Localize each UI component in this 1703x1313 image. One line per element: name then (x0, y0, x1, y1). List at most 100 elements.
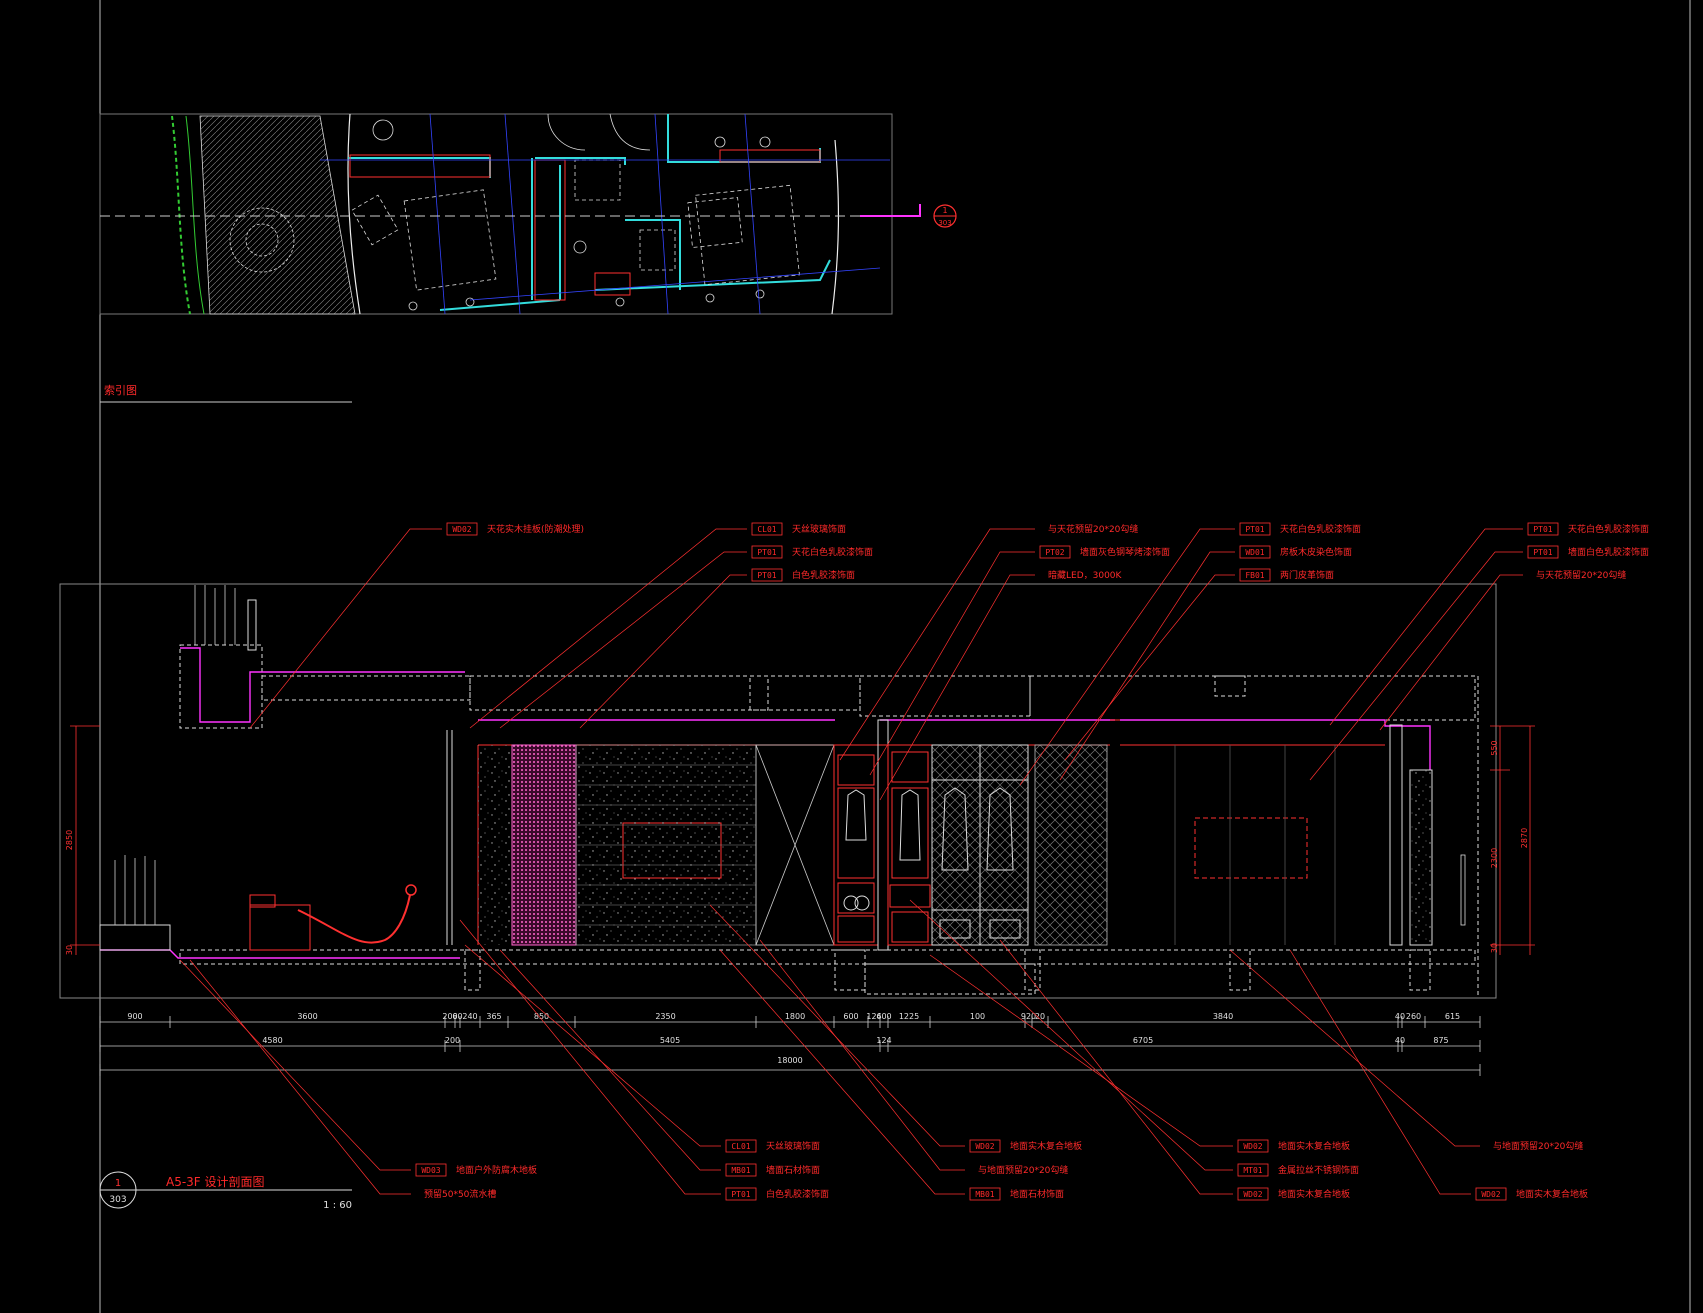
horizontal-dimensions: 900 3600 20060 240 365 850 2350 1800 600 124600 12… (99, 1012, 1481, 1076)
dim-r1-5: 365 (486, 1012, 501, 1021)
bottom-callout-code-7: MB01 (975, 1190, 994, 1199)
dim-r2-3: 124 (876, 1036, 891, 1045)
dim-r1-0: 900 (127, 1012, 142, 1021)
door-opening (755, 744, 835, 946)
title-block: 1 303 A5-3F 设计剖面图 1 : 60 (99, 1171, 352, 1211)
dim-r1-19: 615 (1445, 1012, 1460, 1021)
drawing-frame (99, 0, 1691, 1313)
top-callout-code-0: WD02 (452, 525, 471, 534)
dim-r1-8: 1800 (785, 1012, 805, 1021)
top-callout-text-6: 暗藏LED，3000K (1048, 569, 1123, 581)
bottom-callout-text-3: 墙面石材饰面 (766, 1164, 820, 1176)
top-callout-code-3: PT01 (757, 571, 776, 580)
bottom-callout-code-3: MB01 (731, 1166, 750, 1175)
bottom-callout-code-2: CL01 (731, 1142, 750, 1151)
bottom-callout-code-9: MT01 (1243, 1166, 1262, 1175)
title-bubble-sheet: 303 (109, 1195, 126, 1205)
wardrobe-right (887, 744, 1029, 946)
right-wall-panels (1174, 745, 1336, 945)
bottom-callout-code-5: WD02 (975, 1142, 994, 1151)
bottom-callout-text-7: 地面石材饰面 (1010, 1188, 1064, 1200)
bottom-callout-12: WD02 地面实木复合地板 (1289, 949, 1588, 1201)
top-callout-text-11: 墙面白色乳胶漆饰面 (1568, 546, 1649, 558)
wardrobe-left (833, 744, 879, 946)
bottom-callout-text-1: 预留50*50流水槽 (424, 1188, 496, 1200)
bottom-callout-1: 预留50*50流水槽 (189, 959, 496, 1200)
bottom-callout-text-10: 地面实木复合地板 (1278, 1188, 1350, 1200)
bottom-callout-code-12: WD02 (1481, 1190, 1500, 1199)
section-title: A5-3F 设计剖面图 (166, 1175, 265, 1189)
dim-r1-16: 3840 (1213, 1012, 1233, 1021)
section-marker-sheet: 303 (938, 219, 951, 227)
dim-r1-17: 40 (1395, 1012, 1405, 1021)
top-callout-text-2: 天花白色乳胶漆饰面 (792, 546, 873, 558)
bottom-callouts: WD03 地面户外防腐木地板预留50*50流水槽 CL01 天丝玻璃饰面 MB01 墙面石… (179, 899, 1588, 1201)
bottom-callout-text-9: 金属拉丝不锈钢饰面 (1278, 1164, 1359, 1176)
bottom-callout-7: MB01 地面石材饰面 (719, 949, 1064, 1201)
bottom-callout-text-11: 与地面预留20*20勾缝 (1493, 1140, 1583, 1152)
dim-row-1: 900 3600 20060 240 365 850 2350 1800 600 124600 12… (99, 1012, 1481, 1028)
dim-r1-13: 100 (970, 1012, 985, 1021)
top-callout-text-4: 与天花预留20*20勾缝 (1048, 523, 1138, 535)
top-callout-12: 与天花预留20*20勾缝 (1379, 569, 1626, 731)
left-vertical-dimension: 2850 30 (65, 725, 100, 955)
bottom-callout-text-4: 白色乳胶漆饰面 (766, 1188, 829, 1200)
section-marker-number: 1 (942, 206, 947, 215)
top-callout-1: CL01 天丝玻璃饰面 (469, 522, 846, 729)
bottom-callout-text-8: 地面实木复合地板 (1278, 1140, 1350, 1152)
top-callout-text-5: 墙面灰色钢琴烤漆饰面 (1080, 546, 1170, 558)
bottom-callout-code-4: PT01 (731, 1190, 750, 1199)
bottom-callout-code-8: WD02 (1243, 1142, 1262, 1151)
bottom-callout-4: PT01 白色乳胶漆饰面 (459, 919, 829, 1201)
dim-total: 18000 (777, 1056, 802, 1065)
top-callout-code-10: PT01 (1533, 525, 1552, 534)
top-callout-0: WD02 天花实木挂板(防潮处理) (249, 522, 584, 729)
top-callout-text-9: 两门皮革饰面 (1280, 569, 1334, 581)
dim-r2-4: 6705 (1133, 1036, 1153, 1045)
dim-r2-2: 5405 (660, 1036, 680, 1045)
dim-r2-6: 875 (1433, 1036, 1448, 1045)
bottom-callout-text-12: 地面实木复合地板 (1516, 1188, 1588, 1200)
dim-r2-0: 4580 (262, 1036, 282, 1045)
dim-r1-3: 60 (452, 1012, 462, 1021)
index-plan: 1 303 (99, 113, 957, 315)
top-callout-code-7: PT01 (1245, 525, 1264, 534)
dim-r2-5: 40 (1395, 1036, 1405, 1045)
top-callout-text-10: 天花白色乳胶漆饰面 (1568, 523, 1649, 535)
cad-drawing-canvas: 1 303 索引图 2850 30 550 2300 2870 30 900 3… (59, 0, 1691, 1313)
top-callout-text-7: 天花白色乳胶漆饰面 (1280, 523, 1361, 535)
dim-r1-12: 1225 (899, 1012, 919, 1021)
terrace-area (99, 585, 453, 951)
pink-hatched-panel (511, 744, 577, 946)
title-bubble-number: 1 (115, 1178, 121, 1189)
bottom-callout-11: 与地面预留20*20勾缝 (1229, 949, 1583, 1152)
top-callout-5: PT02 墙面灰色钢琴烤漆饰面 (869, 545, 1170, 776)
dim-right-total: 2870 (1520, 828, 1529, 848)
bottom-callout-6: 与地面预留20*20勾缝 (759, 939, 1068, 1176)
bottom-callout-text-5: 地面实木复合地板 (1010, 1140, 1082, 1152)
top-callout-code-5: PT02 (1045, 548, 1064, 557)
dim-r1-4: 240 (462, 1012, 477, 1021)
dim-r2-1: 200 (445, 1036, 460, 1045)
top-callout-text-12: 与天花预留20*20勾缝 (1536, 569, 1626, 581)
dim-r1-15: 20 (1035, 1012, 1045, 1021)
top-callout-code-8: WD01 (1245, 548, 1264, 557)
dim-left-floor: 30 (65, 945, 74, 955)
top-callout-text-8: 房板木皮染色饰面 (1280, 546, 1352, 558)
top-callout-text-1: 天丝玻璃饰面 (792, 523, 846, 535)
top-callout-text-3: 白色乳胶漆饰面 (792, 569, 855, 581)
top-callout-code-11: PT01 (1533, 548, 1552, 557)
dim-r1-1: 3600 (297, 1012, 317, 1021)
top-callout-3: PT01 白色乳胶漆饰面 (579, 568, 855, 729)
leather-door-panel (1034, 744, 1108, 946)
dim-left-height: 2850 (65, 830, 74, 850)
bottom-callout-code-10: WD02 (1243, 1190, 1262, 1199)
bottom-callout-0: WD03 地面户外防腐木地板 (179, 959, 537, 1177)
dim-row-2: 4580 200 5405 124 6705 40 875 (99, 1036, 1481, 1052)
top-callout-text-0: 天花实木挂板(防潮处理) (487, 523, 584, 535)
dim-r1-7: 2350 (655, 1012, 675, 1021)
top-callout-code-1: CL01 (757, 525, 776, 534)
dim-r1-9: 600 (843, 1012, 858, 1021)
dim-right-mid: 2300 (1490, 848, 1499, 868)
plan-caption: 索引图 (104, 383, 137, 397)
